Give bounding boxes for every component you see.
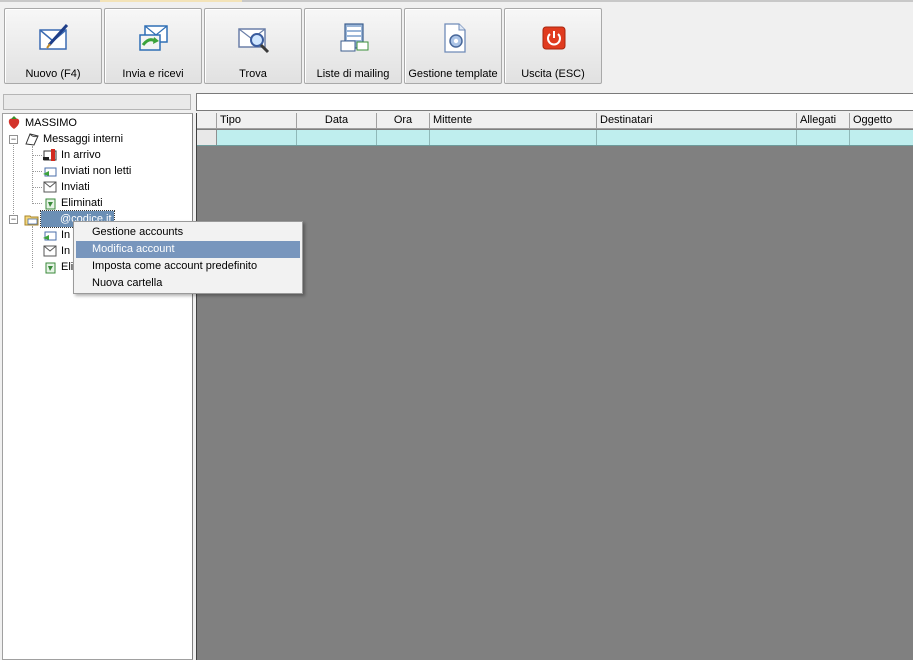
column-header-allegati[interactable]: Allegati (797, 113, 850, 129)
find-button[interactable]: Trova (204, 8, 302, 84)
menu-item-edit-account[interactable]: Modifica account (76, 241, 300, 258)
column-header-data[interactable]: Data (297, 113, 377, 129)
recycle-bin-icon (45, 262, 56, 274)
header-indicator (197, 113, 217, 129)
tree-line (32, 203, 42, 204)
recycle-bin-icon (45, 198, 56, 210)
sent-unread-icon (43, 231, 57, 241)
inbox-label: In arrivo (61, 149, 101, 161)
message-grid[interactable]: Tipo Data Ora Mittente Destinatari Alleg… (196, 113, 913, 660)
send-receive-label: Invia e ricevi (122, 68, 184, 80)
expander-account[interactable]: − (9, 215, 18, 224)
template-button[interactable]: Gestione template (404, 8, 502, 84)
internal-messages-label: Messaggi interni (43, 133, 124, 145)
folder-filter-field[interactable] (3, 94, 191, 110)
strawberry-icon (8, 116, 20, 129)
table-cell (430, 130, 597, 145)
mailing-list-icon (340, 23, 369, 52)
menu-item-new-folder[interactable]: Nuova cartella (76, 275, 300, 292)
internal-messages-icon (25, 133, 39, 146)
new-message-icon (39, 23, 69, 50)
column-header-destinatari[interactable]: Destinatari (597, 113, 797, 129)
row-indicator (197, 130, 217, 145)
exit-icon (542, 26, 566, 50)
table-row[interactable] (197, 130, 913, 146)
mailing-list-label: Liste di mailing (316, 68, 390, 80)
table-cell (297, 130, 377, 145)
table-cell (597, 130, 797, 145)
tree-root-label: MASSIMO (25, 117, 77, 129)
column-header-ora[interactable]: Ora (377, 113, 430, 129)
send-receive-icon (139, 25, 168, 51)
column-header-oggetto[interactable]: Oggetto (850, 113, 913, 129)
account-folder-icon (24, 215, 39, 226)
find-icon (238, 28, 270, 54)
new-message-button[interactable]: Nuovo (F4) (4, 8, 102, 84)
table-cell (797, 130, 850, 145)
mailing-list-button[interactable]: Liste di mailing (304, 8, 402, 84)
exit-button[interactable]: Uscita (ESC) (504, 8, 602, 84)
deleted-label: Eliminati (61, 197, 103, 209)
table-cell (377, 130, 430, 145)
table-cell (217, 130, 297, 145)
context-menu: Gestione accounts Modifica account Impos… (73, 221, 303, 294)
grid-header: Tipo Data Ora Mittente Destinatari Alleg… (197, 113, 913, 129)
column-header-tipo[interactable]: Tipo (217, 113, 297, 129)
account-child-label: In (61, 229, 71, 241)
sent-icon (43, 181, 57, 193)
template-icon (444, 23, 466, 53)
exit-label: Uscita (ESC) (521, 68, 585, 80)
column-header-mittente[interactable]: Mittente (430, 113, 597, 129)
toolbar: Nuovo (F4) Invia e ricevi Trova Liste di… (0, 8, 913, 85)
new-message-label: Nuovo (F4) (25, 68, 81, 80)
find-label: Trova (239, 68, 267, 80)
tree-line (32, 187, 42, 188)
send-receive-button[interactable]: Invia e ricevi (104, 8, 202, 84)
menu-item-manage-accounts[interactable]: Gestione accounts (76, 224, 300, 241)
expander-internal[interactable]: − (9, 135, 18, 144)
sent-unread-label: Inviati non letti (61, 165, 132, 177)
search-field[interactable] (196, 93, 913, 111)
sent-unread-icon (43, 167, 57, 177)
tree-line (32, 171, 42, 172)
sent-icon (43, 245, 57, 257)
template-label: Gestione template (408, 68, 498, 80)
tree-line (32, 226, 33, 268)
inbox-icon (43, 149, 57, 161)
top-strip (0, 0, 913, 2)
account-child-label: Eli (61, 261, 74, 273)
tree-line (13, 138, 14, 218)
top-accent (100, 0, 242, 2)
menu-item-set-default-account[interactable]: Imposta come account predefinito (76, 258, 300, 275)
sent-label: Inviati (61, 181, 90, 193)
account-child-label: In (61, 245, 71, 257)
tree-line (32, 155, 42, 156)
folder-tree[interactable]: MASSIMO − Messaggi interni In arrivo Inv… (2, 113, 193, 660)
